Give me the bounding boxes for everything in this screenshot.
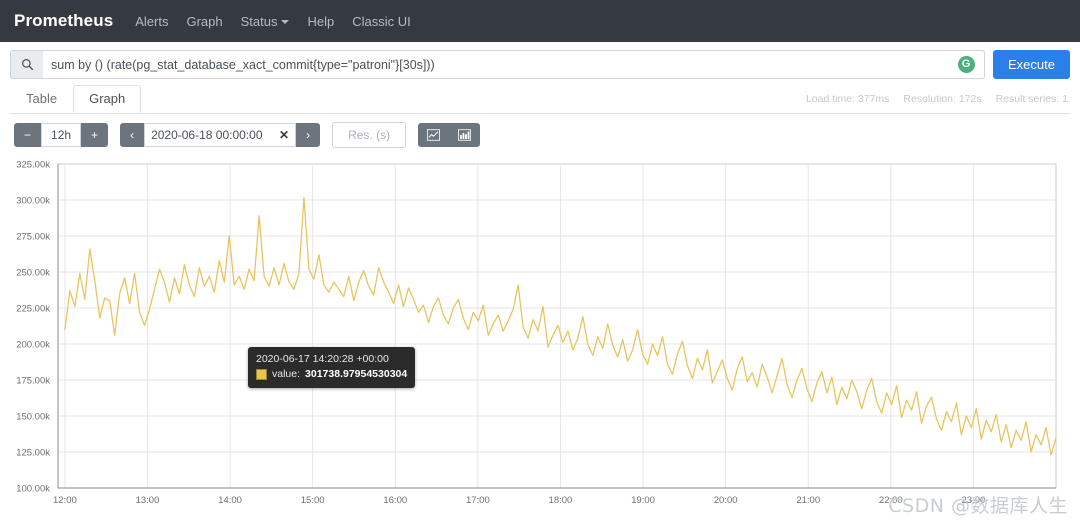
tabs-row: Table Graph Load time: 377ms Resolution:… — [0, 85, 1080, 113]
nav-links: Alerts Graph Status Help Classic UI — [135, 14, 411, 29]
nav-item-help-label: Help — [307, 14, 334, 29]
svg-text:21:00: 21:00 — [796, 495, 820, 506]
query-stats: Load time: 377ms Resolution: 172s Result… — [806, 93, 1068, 105]
series-color-swatch — [256, 369, 267, 380]
decrease-range-button[interactable]: − — [14, 123, 41, 147]
svg-text:300.00k: 300.00k — [16, 196, 50, 207]
svg-text:16:00: 16:00 — [383, 495, 407, 506]
resolution-input[interactable]: Res. (s) — [332, 122, 406, 148]
line-chart-icon[interactable] — [418, 123, 449, 147]
svg-text:17:00: 17:00 — [466, 495, 490, 506]
tooltip-value: 301738.97954530304 — [305, 367, 407, 382]
next-time-button[interactable]: › — [296, 123, 320, 147]
query-row: sum by () (rate(pg_stat_database_xact_co… — [0, 42, 1080, 85]
metrics-explorer-icon: G — [958, 56, 975, 73]
watermark: CSDN @数据库人生 — [888, 491, 1068, 518]
nav-item-graph[interactable]: Graph — [186, 14, 222, 29]
svg-text:125.00k: 125.00k — [16, 448, 50, 459]
nav-item-status-label: Status — [241, 14, 278, 29]
svg-text:18:00: 18:00 — [549, 495, 573, 506]
tooltip-label: value: — [272, 367, 300, 382]
end-time-input[interactable]: 2020-06-18 00:00:00 ✕ — [144, 123, 296, 147]
svg-text:100.00k: 100.00k — [16, 484, 50, 495]
svg-text:13:00: 13:00 — [136, 495, 160, 506]
execute-button[interactable]: Execute — [993, 50, 1070, 79]
range-stepper: − 12h + — [14, 123, 108, 147]
top-navbar: Prometheus Alerts Graph Status Help Clas… — [0, 0, 1080, 42]
previous-time-button[interactable]: ‹ — [120, 123, 144, 147]
time-navigator: ‹ 2020-06-18 00:00:00 ✕ › — [120, 123, 320, 147]
app-brand: Prometheus — [14, 11, 113, 31]
increase-range-button[interactable]: + — [81, 123, 108, 147]
stacked-chart-icon[interactable] — [449, 123, 480, 147]
nav-item-classic-ui-label: Classic UI — [352, 14, 411, 29]
graph-panel: 325.00k 300.00k 275.00k 250.00k 225.00k 200.0… — [0, 152, 1080, 516]
range-input[interactable]: 12h — [41, 123, 81, 147]
graph-controls: − 12h + ‹ 2020-06-18 00:00:00 ✕ › Res. (… — [0, 113, 1080, 152]
svg-text:200.00k: 200.00k — [16, 340, 50, 351]
svg-text:150.00k: 150.00k — [16, 412, 50, 423]
svg-text:175.00k: 175.00k — [16, 376, 50, 387]
nav-item-status[interactable]: Status — [241, 14, 290, 29]
stat-result-series: Result series: 1 — [996, 93, 1068, 105]
expression-input[interactable]: sum by () (rate(pg_stat_database_xact_co… — [43, 50, 948, 79]
stat-resolution: Resolution: 172s — [903, 93, 981, 105]
metrics-explorer-button[interactable]: G — [948, 50, 985, 79]
svg-text:12:00: 12:00 — [53, 495, 77, 506]
nav-item-graph-label: Graph — [186, 14, 222, 29]
chart-type-toggle — [418, 123, 480, 147]
svg-text:250.00k: 250.00k — [16, 268, 50, 279]
svg-text:20:00: 20:00 — [714, 495, 738, 506]
tooltip-value-row: value: 301738.97954530304 — [256, 367, 407, 382]
chevron-down-icon — [281, 20, 289, 24]
svg-text:275.00k: 275.00k — [16, 232, 50, 243]
nav-item-alerts-label: Alerts — [135, 14, 168, 29]
svg-text:225.00k: 225.00k — [16, 304, 50, 315]
chart-tooltip: 2020-06-17 14:20:28 +00:00 value: 301738… — [248, 347, 415, 388]
svg-text:19:00: 19:00 — [631, 495, 655, 506]
search-icon — [10, 50, 43, 79]
clear-time-icon[interactable]: ✕ — [279, 128, 289, 142]
timeseries-chart[interactable]: 325.00k 300.00k 275.00k 250.00k 225.00k 200.0… — [10, 156, 1070, 516]
nav-item-alerts[interactable]: Alerts — [135, 14, 168, 29]
tooltip-timestamp: 2020-06-17 14:20:28 +00:00 — [256, 352, 407, 367]
svg-text:325.00k: 325.00k — [16, 160, 50, 171]
end-time-value: 2020-06-18 00:00:00 — [151, 128, 262, 142]
stat-load-time: Load time: 377ms — [806, 93, 889, 105]
svg-text:14:00: 14:00 — [218, 495, 242, 506]
expression-input-group: sum by () (rate(pg_stat_database_xact_co… — [10, 50, 985, 79]
tab-table[interactable]: Table — [10, 85, 73, 113]
nav-item-help[interactable]: Help — [307, 14, 334, 29]
nav-item-classic-ui[interactable]: Classic UI — [352, 14, 411, 29]
tab-graph[interactable]: Graph — [73, 85, 141, 113]
svg-text:15:00: 15:00 — [301, 495, 325, 506]
